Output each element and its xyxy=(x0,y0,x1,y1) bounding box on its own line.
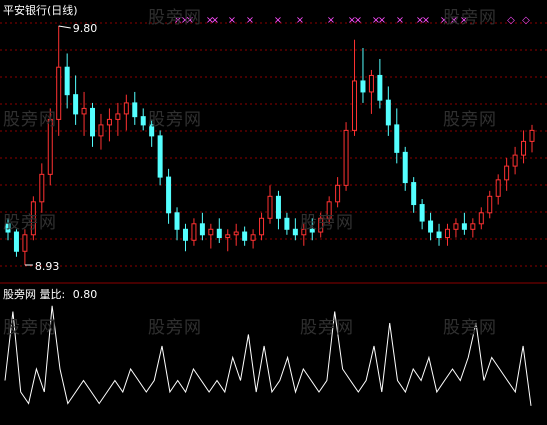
indicator-name: 量比: xyxy=(39,288,66,301)
signal-cross-marker: × xyxy=(186,15,194,26)
candlestick-series xyxy=(5,26,535,265)
candle-body xyxy=(233,231,239,236)
candle-body xyxy=(182,228,188,241)
candle-body xyxy=(5,223,11,233)
volume-ratio-polyline xyxy=(4,305,532,406)
candle-body xyxy=(267,195,273,219)
candle-body xyxy=(487,195,493,214)
candle-body xyxy=(419,204,425,222)
candle-body xyxy=(174,212,180,230)
candle-body xyxy=(73,94,79,115)
candle-body xyxy=(284,217,290,230)
candle-body xyxy=(250,234,256,241)
candle-body xyxy=(385,99,391,126)
signal-cross-marker: × xyxy=(450,15,458,26)
candle-body xyxy=(56,66,62,120)
signal-cross-marker: × xyxy=(422,15,430,26)
candle-body xyxy=(199,223,205,236)
candle-body xyxy=(495,179,501,197)
indicator-label: 股旁网 量比: 0.80 xyxy=(3,286,97,302)
high-pointer xyxy=(58,25,71,29)
stock-chart-canvas[interactable]: ××× ×× × × × × × ×× ×× × ×× × × × ◇ ◇ 9.808.93 xyxy=(0,0,547,425)
signal-markers: ××× ×× × × × × × ×× ×× × ×× × × × ◇ ◇ xyxy=(174,15,530,26)
signal-cross-marker: × xyxy=(354,15,362,26)
candle-body xyxy=(81,107,87,115)
candle-body xyxy=(64,66,70,96)
candle-body xyxy=(225,234,231,239)
high-label: 9.80 xyxy=(73,22,98,35)
candle-body xyxy=(411,182,417,206)
candle-body xyxy=(39,173,45,203)
signal-diamond-marker: ◇ xyxy=(522,15,530,26)
candle-body xyxy=(123,102,129,115)
signal-cross-marker: × xyxy=(296,15,304,26)
indicator-prefix: 股旁网 xyxy=(3,288,36,301)
low-label: 8.93 xyxy=(35,260,60,273)
price-annotations: 9.80 8.93 xyxy=(24,22,98,273)
volume-ratio-line xyxy=(4,305,532,406)
candle-body xyxy=(470,223,476,230)
signal-diamond-marker: ◇ xyxy=(507,15,515,26)
signal-cross-marker: × xyxy=(274,15,282,26)
candle-body xyxy=(318,217,324,233)
signal-cross-marker: × xyxy=(327,15,335,26)
candle-body xyxy=(377,74,383,101)
candle-body xyxy=(301,228,307,236)
candle-body xyxy=(166,176,172,214)
candle-body xyxy=(335,184,341,203)
signal-cross-marker: × xyxy=(211,15,219,26)
candle-body xyxy=(140,116,146,126)
candle-body xyxy=(191,223,197,241)
candle-body xyxy=(478,212,484,225)
candle-body xyxy=(428,220,434,233)
signal-cross-marker: × xyxy=(440,15,448,26)
candle-body xyxy=(47,118,53,175)
signal-cross-marker: × xyxy=(228,15,236,26)
candle-body xyxy=(292,228,298,236)
candle-body xyxy=(368,74,374,93)
indicator-value: 0.80 xyxy=(72,288,98,301)
candle-body xyxy=(157,135,163,178)
signal-cross-marker: × xyxy=(246,15,254,26)
candle-body xyxy=(326,201,332,219)
candle-body xyxy=(115,113,121,120)
candle-body xyxy=(216,228,222,239)
candle-body xyxy=(453,223,459,230)
candle-body xyxy=(208,228,214,236)
candle-body xyxy=(149,124,155,137)
candle-body xyxy=(512,154,518,167)
candle-body xyxy=(106,118,112,126)
signal-cross-marker: × xyxy=(460,15,468,26)
candle-body xyxy=(436,231,442,239)
signal-cross-marker: × xyxy=(378,15,386,26)
candle-body xyxy=(13,231,19,252)
candle-body xyxy=(90,107,96,137)
candle-body xyxy=(529,129,535,142)
candle-body xyxy=(275,195,281,219)
candle-body xyxy=(309,228,315,233)
candle-body xyxy=(22,234,28,252)
candle-body xyxy=(394,124,400,153)
candle-body xyxy=(242,231,248,241)
candle-body xyxy=(504,165,510,181)
candle-body xyxy=(132,102,138,118)
candle-body xyxy=(98,124,104,137)
candle-body xyxy=(352,80,358,131)
candle-body xyxy=(461,223,467,230)
signal-cross-marker: × xyxy=(396,15,404,26)
candle-body xyxy=(360,80,366,93)
chart-title: 平安银行(日线) xyxy=(3,4,78,17)
candle-body xyxy=(444,228,450,239)
candle-body xyxy=(343,129,349,186)
candle-body xyxy=(521,140,527,156)
candle-body xyxy=(402,151,408,184)
candle-body xyxy=(30,201,36,236)
candle-body xyxy=(259,217,265,236)
